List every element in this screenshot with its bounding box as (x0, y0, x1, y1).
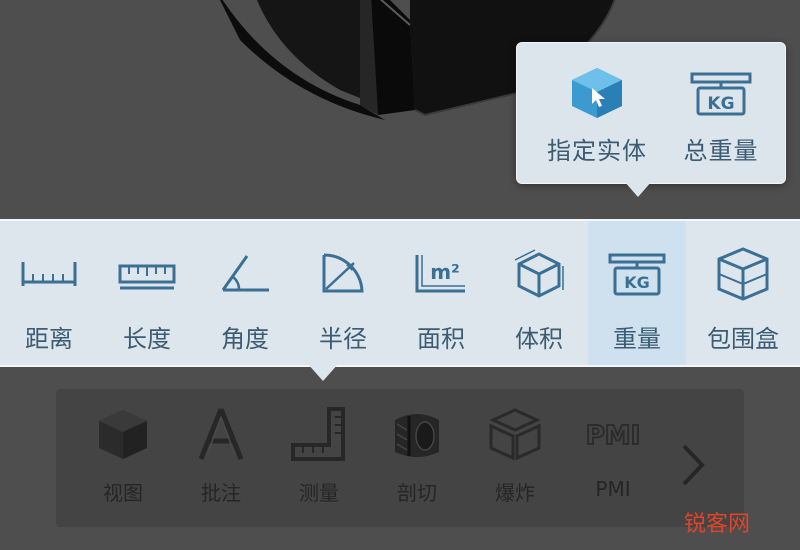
tool-length[interactable]: 长度 (98, 221, 196, 365)
measure-ruler-icon (289, 403, 349, 465)
tool-volume[interactable]: 体积 (490, 221, 588, 365)
radius-icon (318, 243, 368, 305)
toolbar-pointer (307, 363, 339, 381)
tool-area[interactable]: m² 面积 (392, 221, 490, 365)
svg-text:KG: KG (707, 94, 734, 114)
kg-scale-icon: KG (690, 61, 752, 125)
length-ruler-icon (117, 243, 177, 305)
svg-text:KG: KG (624, 273, 650, 292)
distance-ruler-icon (19, 243, 79, 305)
measure-toolbar: 距离 长度 角度 半径 m² 面积 体积 KG 重量 包围盒 (0, 219, 800, 367)
annotation-a-icon (193, 403, 249, 465)
tool-angle[interactable]: 角度 (196, 221, 294, 365)
explode-cube-icon (487, 403, 543, 465)
tool-distance[interactable]: 距离 (0, 221, 98, 365)
tool-view-label: 视图 (103, 481, 143, 505)
watermark-text-2: 网 (728, 512, 751, 537)
tool-weight-label: 重量 (613, 325, 661, 353)
chevron-right-icon (682, 444, 705, 486)
tool-view[interactable]: 视图 (74, 389, 172, 527)
tool-angle-label: 角度 (221, 325, 269, 353)
tool-pmi[interactable]: PMI PMI (564, 389, 662, 527)
popup-pointer (624, 181, 652, 197)
section-cut-icon (389, 403, 445, 465)
svg-text:PMI: PMI (586, 421, 641, 451)
tool-radius[interactable]: 半径 (294, 221, 392, 365)
select-solid-button[interactable]: 指定实体 (537, 43, 657, 183)
main-toolbar: 视图 批注 测量 剖切 爆炸 PMI PMI (56, 389, 744, 527)
pmi-icon: PMI (583, 403, 643, 465)
kg-weight-icon: KG (608, 243, 666, 305)
tool-volume-label: 体积 (515, 325, 563, 353)
tool-pmi-label: PMI (595, 477, 631, 501)
tool-annotation-label: 批注 (201, 481, 241, 505)
tool-radius-label: 半径 (319, 325, 367, 353)
tool-explode[interactable]: 爆炸 (466, 389, 564, 527)
tool-length-label: 长度 (123, 325, 171, 353)
volume-cube-icon (511, 243, 567, 305)
tool-annotation[interactable]: 批注 (172, 389, 270, 527)
select-solid-icon (566, 61, 628, 125)
view-cube-icon (95, 403, 151, 465)
tool-section[interactable]: 剖切 (368, 389, 466, 527)
watermark-text-1: 锐客 (684, 512, 729, 537)
svg-text:m²: m² (430, 260, 460, 284)
area-m2-icon: m² (413, 243, 469, 305)
tool-distance-label: 距离 (25, 325, 73, 353)
angle-icon (217, 243, 273, 305)
tool-bounding-box-label: 包围盒 (707, 325, 779, 353)
total-weight-label: 总重量 (683, 137, 759, 165)
tool-measure[interactable]: 测量 (270, 389, 368, 527)
next-page-button[interactable] (672, 440, 712, 490)
tool-measure-label: 测量 (299, 481, 339, 505)
tool-section-label: 剖切 (397, 481, 437, 505)
total-weight-button[interactable]: KG 总重量 (661, 43, 781, 183)
tool-area-label: 面积 (417, 325, 465, 353)
tool-bounding-box[interactable]: 包围盒 (686, 221, 800, 365)
bounding-box-icon (713, 243, 773, 305)
watermark-logo: 锐客网 (684, 506, 750, 538)
select-solid-label: 指定实体 (547, 137, 647, 165)
tool-explode-label: 爆炸 (495, 481, 535, 505)
tool-weight[interactable]: KG 重量 (588, 221, 686, 365)
weight-submenu-popup: 指定实体 KG 总重量 (516, 42, 786, 184)
